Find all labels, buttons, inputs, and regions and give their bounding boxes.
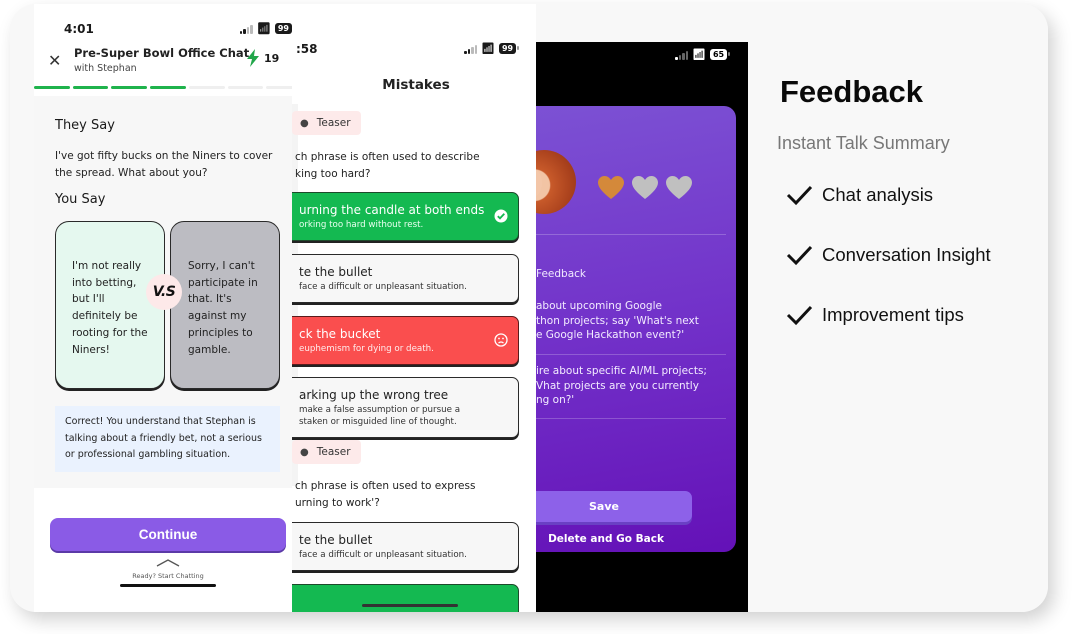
feature-item: Improvement tips bbox=[786, 304, 964, 326]
wifi-icon: 📶︎ bbox=[256, 21, 271, 35]
features-subtitle: Instant Talk Summary bbox=[777, 133, 950, 153]
chat-title: Pre-Super Bowl Office Chat bbox=[74, 46, 250, 60]
status-icons: 📶︎ 99 bbox=[464, 41, 520, 55]
progress-segment bbox=[72, 86, 109, 89]
chevron-up-icon[interactable] bbox=[156, 559, 180, 567]
feature-label: Chat analysis bbox=[822, 184, 934, 205]
home-indicator bbox=[120, 584, 216, 587]
check-circle-icon bbox=[494, 209, 508, 223]
battery-icon: 99 bbox=[274, 23, 296, 34]
answer-option[interactable]: te the bullet face a difficult or unplea… bbox=[292, 254, 519, 303]
option-subtitle: make a false assumption or pursue a stak… bbox=[299, 405, 461, 427]
progress-segment bbox=[34, 86, 70, 89]
checkmark-icon bbox=[786, 185, 813, 206]
divider bbox=[536, 354, 726, 355]
energy-bolt-icon bbox=[246, 49, 260, 71]
teaser-icon: ● bbox=[300, 446, 309, 458]
versus-badge: V.S bbox=[146, 274, 182, 310]
feature-item: Chat analysis bbox=[786, 184, 933, 206]
showcase-card: 4:01 📶︎ 99 ✕ Pre-Super Bowl Office Chat … bbox=[10, 4, 1048, 612]
chat-body: They Say I've got fifty bucks on the Nin… bbox=[34, 96, 302, 488]
heart-empty-icon bbox=[666, 176, 692, 199]
save-button[interactable]: Save bbox=[536, 491, 692, 522]
progress-segment bbox=[150, 86, 186, 89]
option-title: urning the candle at both ends bbox=[299, 203, 485, 217]
divider bbox=[536, 418, 726, 419]
delete-and-go-back-button[interactable]: Delete and Go Back bbox=[536, 533, 696, 545]
status-time: 4:01 bbox=[64, 22, 94, 36]
feature-label: Conversation Insight bbox=[822, 244, 991, 265]
option-title: ck the bucket bbox=[299, 327, 381, 341]
checkmark-icon bbox=[786, 305, 813, 326]
feedback-panel: Feedback about upcoming Google thon proj… bbox=[536, 106, 736, 552]
answer-option-correct[interactable] bbox=[292, 584, 519, 612]
feedback-tip: ire about specific AI/ML projects; Vhat … bbox=[536, 365, 707, 406]
teaser-tag: ● Teaser bbox=[292, 111, 361, 135]
sad-face-icon bbox=[494, 333, 508, 347]
battery-icon: 99 bbox=[498, 43, 520, 54]
close-icon[interactable]: ✕ bbox=[48, 51, 61, 70]
option-title: arking up the wrong tree bbox=[299, 388, 449, 402]
battery-icon: 65 bbox=[709, 49, 731, 60]
wifi-icon: 📶︎ bbox=[481, 41, 495, 55]
features-title: Feedback bbox=[780, 74, 924, 109]
mistakes-screen: :58 📶︎ 99 Mistakes ● Teaser ch phrase is… bbox=[292, 4, 536, 612]
question-text: ch phrase is often used to describe king… bbox=[295, 151, 480, 180]
heart-filled-icon bbox=[598, 176, 624, 199]
feedback-tip: about upcoming Google thon projects; say… bbox=[536, 300, 699, 341]
divider bbox=[536, 234, 726, 235]
chat-subtitle: with Stephan bbox=[74, 63, 137, 74]
continue-button[interactable]: Continue bbox=[50, 518, 286, 551]
checkmark-icon bbox=[786, 245, 813, 266]
teaser-icon: ● bbox=[300, 117, 309, 129]
feature-label: Improvement tips bbox=[822, 304, 964, 325]
option-subtitle: orking too hard without rest. bbox=[299, 220, 424, 230]
feedback-screen: 📶︎ 65 Feedback about upcoming Google tho… bbox=[536, 42, 748, 612]
energy-count: 19 bbox=[264, 52, 280, 65]
feature-item: Conversation Insight bbox=[786, 244, 991, 266]
avatar bbox=[536, 150, 576, 214]
heart-empty-icon bbox=[632, 176, 658, 199]
chat-header: ✕ Pre-Super Bowl Office Chat with Stepha… bbox=[34, 44, 302, 80]
option-title: te the bullet bbox=[299, 265, 373, 279]
features-panel: Feedback Instant Talk Summary Chat analy… bbox=[748, 4, 1048, 612]
status-bar: 4:01 📶︎ 99 bbox=[34, 22, 302, 38]
answer-option-wrong[interactable]: ck the bucket euphemism for dying or dea… bbox=[292, 316, 519, 365]
you-say-heading: You Say bbox=[55, 192, 106, 207]
signal-icon bbox=[675, 50, 688, 60]
home-indicator bbox=[362, 604, 458, 607]
response-choice-b[interactable]: Sorry, I can't participate in that. It's… bbox=[170, 221, 280, 389]
they-say-heading: They Say bbox=[55, 118, 115, 133]
option-subtitle: face a difficult or unpleasant situation… bbox=[299, 282, 467, 292]
feedback-label: Feedback bbox=[536, 268, 587, 280]
option-title: te the bullet bbox=[299, 533, 373, 547]
chat-practice-screen: 4:01 📶︎ 99 ✕ Pre-Super Bowl Office Chat … bbox=[34, 4, 302, 612]
status-time: :58 bbox=[296, 42, 318, 56]
progress-segment bbox=[188, 86, 225, 89]
response-choice-a[interactable]: I'm not really into betting, but I'll de… bbox=[55, 221, 165, 389]
answer-option-correct[interactable]: urning the candle at both ends orking to… bbox=[292, 192, 519, 241]
answer-option[interactable]: arking up the wrong tree make a false as… bbox=[292, 377, 519, 438]
signal-icon bbox=[239, 24, 253, 34]
answer-option[interactable]: te the bullet face a difficult or unplea… bbox=[292, 522, 519, 571]
swipe-hint: Ready? Start Chatting bbox=[132, 572, 204, 580]
teaser-label: Teaser bbox=[316, 446, 351, 458]
option-subtitle: euphemism for dying or death. bbox=[299, 344, 434, 354]
progress-bar bbox=[34, 86, 302, 89]
page-title: Mistakes bbox=[382, 77, 450, 93]
teaser-tag: ● Teaser bbox=[292, 440, 361, 464]
teaser-label: Teaser bbox=[316, 117, 351, 129]
signal-icon bbox=[464, 44, 477, 54]
status-icons: 📶︎ 65 bbox=[675, 47, 731, 61]
question-text: ch phrase is often used to express urnin… bbox=[295, 480, 476, 509]
they-say-message: I've got fifty bucks on the Niners to co… bbox=[55, 150, 273, 179]
wifi-icon: 📶︎ bbox=[692, 47, 706, 61]
option-subtitle: face a difficult or unpleasant situation… bbox=[299, 550, 467, 560]
rating-hearts bbox=[598, 176, 692, 200]
progress-segment bbox=[111, 86, 148, 89]
progress-segment bbox=[227, 86, 264, 89]
answer-feedback: Correct! You understand that Stephan is … bbox=[55, 406, 280, 472]
